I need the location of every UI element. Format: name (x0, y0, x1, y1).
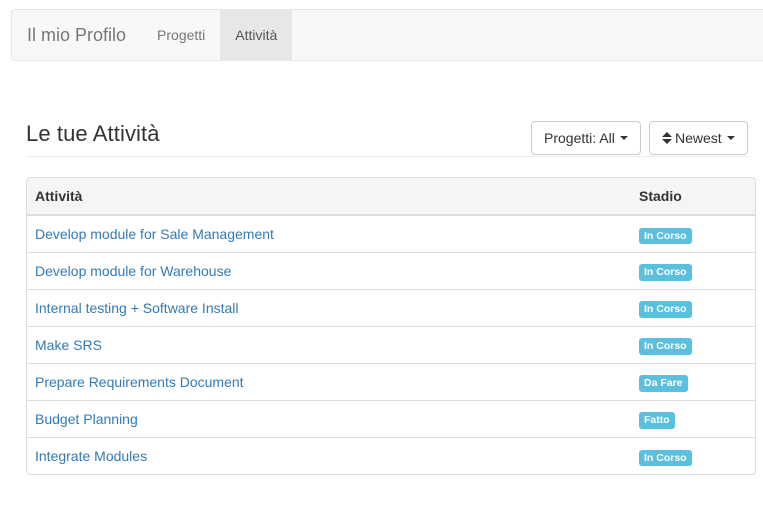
task-link[interactable]: Prepare Requirements Document (35, 374, 244, 390)
sort-icon (662, 132, 672, 144)
sort-button[interactable]: Newest (649, 121, 748, 155)
table-row: Prepare Requirements Document Da Fare (27, 362, 755, 400)
table-body: Develop module for Sale Management In Cor… (27, 215, 755, 474)
table-row: Develop module for Sale Management In Cor… (27, 215, 755, 252)
stage-cell: Fatto (633, 399, 755, 437)
nav-item-attivita[interactable]: Attività (220, 10, 293, 60)
stage-cell: Da Fare (633, 362, 755, 400)
nav-item-progetti[interactable]: Progetti (142, 10, 220, 60)
column-header-stage: Stadio (633, 178, 755, 216)
stage-badge: In Corso (639, 449, 692, 466)
task-link[interactable]: Make SRS (35, 337, 102, 353)
stage-badge: In Corso (639, 264, 692, 281)
projects-filter-button[interactable]: Progetti: All (531, 121, 641, 155)
stage-cell: In Corso (633, 251, 755, 289)
caret-down-icon (726, 136, 735, 140)
task-cell: Prepare Requirements Document (27, 362, 633, 400)
page-title: Le tue Attività (26, 121, 160, 146)
table-row: Budget Planning Fatto (27, 399, 755, 437)
page-header: Le tue Attività Progetti: All Newest (26, 117, 748, 157)
tasks-table: Attività Stadio Develop module for Sale … (27, 178, 755, 474)
stage-badge: Fatto (639, 412, 675, 429)
table-row: Integrate Modules In Corso (27, 436, 755, 474)
task-link[interactable]: Develop module for Sale Management (35, 226, 274, 242)
task-cell: Budget Planning (27, 399, 633, 437)
task-link[interactable]: Develop module for Warehouse (35, 263, 231, 279)
table-header-row: Attività Stadio (27, 178, 755, 216)
task-cell: Integrate Modules (27, 436, 633, 474)
tasks-table-container: Attività Stadio Develop module for Sale … (26, 177, 756, 475)
projects-filter-label: Progetti: All (544, 130, 615, 146)
stage-cell: In Corso (633, 215, 755, 252)
table-row: Develop module for Warehouse In Corso (27, 251, 755, 289)
stage-cell: In Corso (633, 436, 755, 474)
stage-badge: Da Fare (639, 375, 688, 392)
task-cell: Make SRS (27, 325, 633, 363)
task-link[interactable]: Internal testing + Software Install (35, 300, 239, 316)
stage-badge: In Corso (639, 227, 692, 244)
stage-badge: In Corso (639, 338, 692, 355)
task-cell: Internal testing + Software Install (27, 288, 633, 326)
column-header-task: Attività (27, 178, 633, 216)
task-link[interactable]: Integrate Modules (35, 448, 147, 464)
navbar-brand[interactable]: Il mio Profilo (12, 10, 142, 60)
top-navbar: Il mio Profilo Progetti Attività (11, 9, 763, 61)
task-cell: Develop module for Warehouse (27, 251, 633, 289)
caret-down-icon (619, 136, 628, 140)
task-cell: Develop module for Sale Management (27, 215, 633, 252)
task-link[interactable]: Budget Planning (35, 411, 138, 427)
stage-cell: In Corso (633, 288, 755, 326)
sort-label: Newest (675, 130, 722, 146)
stage-badge: In Corso (639, 301, 692, 318)
stage-cell: In Corso (633, 325, 755, 363)
table-row: Internal testing + Software Install In Co… (27, 288, 755, 326)
table-row: Make SRS In Corso (27, 325, 755, 363)
